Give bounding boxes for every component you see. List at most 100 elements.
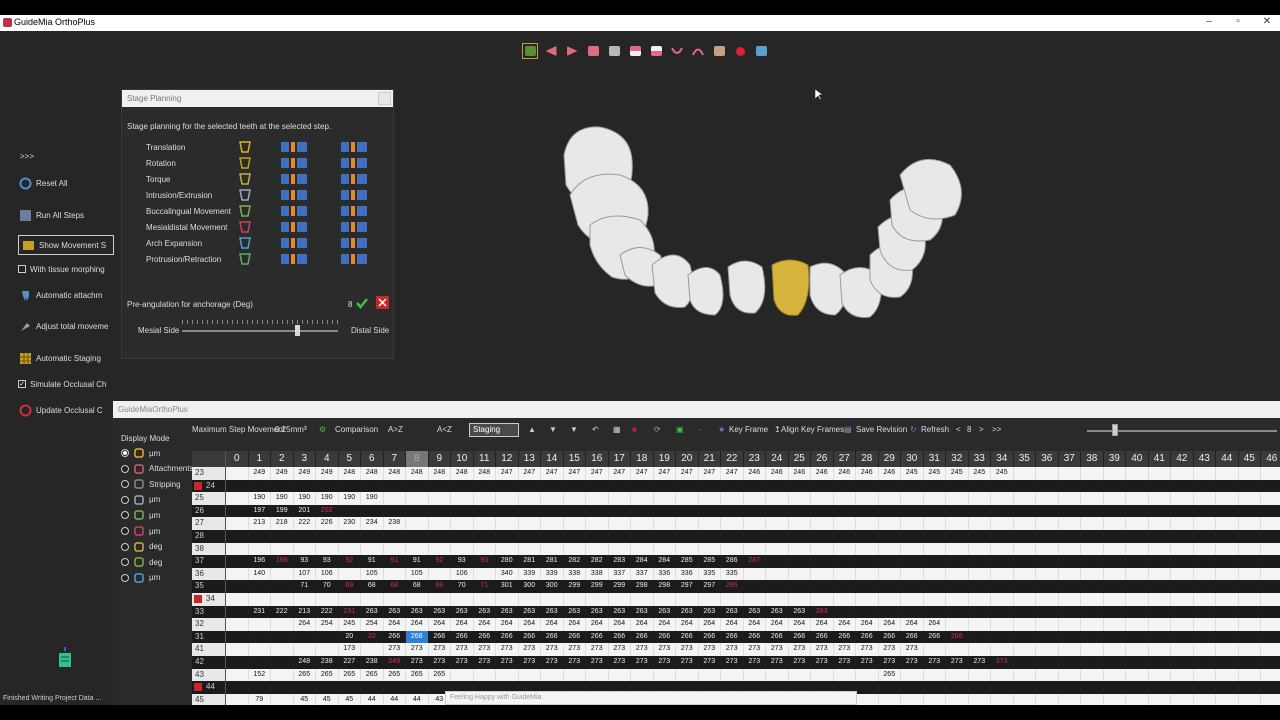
grid-cell[interactable]: 263 xyxy=(429,605,451,619)
grid-cell[interactable] xyxy=(586,542,609,556)
grid-cell[interactable] xyxy=(789,592,811,606)
grid-cell[interactable] xyxy=(1104,655,1126,669)
grid-cell[interactable] xyxy=(1104,479,1126,493)
grid-cell[interactable]: 247 xyxy=(654,467,676,480)
grid-cell[interactable]: 264 xyxy=(676,618,699,631)
grid-cell[interactable] xyxy=(1194,555,1216,568)
grid-cell[interactable] xyxy=(226,681,249,694)
save-revision-button[interactable]: Save Revision xyxy=(856,425,907,434)
grid-cell[interactable]: 273 xyxy=(586,655,609,669)
grid-cell[interactable] xyxy=(1216,681,1239,694)
grid-cell[interactable] xyxy=(789,668,811,682)
grid-cell[interactable] xyxy=(924,668,946,682)
grid-cell[interactable] xyxy=(879,693,901,705)
step-column-header[interactable]: 23 xyxy=(744,451,766,467)
grid-cell[interactable] xyxy=(316,529,339,543)
grid-cell[interactable]: 273 xyxy=(519,655,541,669)
grid-cell[interactable]: 264 xyxy=(609,618,631,631)
grid-cell[interactable] xyxy=(519,529,541,543)
grid-cell[interactable]: 273 xyxy=(676,655,699,669)
grid-cell[interactable]: 273 xyxy=(811,655,834,669)
grid-cell[interactable]: 247 xyxy=(541,467,564,480)
grid-cell[interactable] xyxy=(1081,580,1104,593)
grid-cell[interactable]: 105 xyxy=(406,567,429,581)
dental-arch-3d-view[interactable] xyxy=(540,115,990,335)
grid-cell[interactable] xyxy=(879,555,901,568)
step-column-header[interactable]: 32 xyxy=(946,451,969,467)
grid-cell[interactable]: 266 xyxy=(789,630,811,644)
grid-cell[interactable] xyxy=(1081,605,1104,619)
grid-cell[interactable]: 282 xyxy=(564,555,586,568)
grid-cell[interactable] xyxy=(1171,567,1194,581)
step-column-header[interactable]: 22 xyxy=(721,451,744,467)
grid-cell[interactable] xyxy=(1261,580,1280,593)
close-button[interactable]: ✕ xyxy=(1257,16,1277,27)
grid-cell[interactable] xyxy=(316,681,339,694)
grid-cell[interactable] xyxy=(1126,467,1149,480)
grid-cell[interactable] xyxy=(1239,529,1261,543)
grid-cell[interactable] xyxy=(1104,467,1126,480)
grid-cell[interactable] xyxy=(429,492,451,505)
grid-cell[interactable] xyxy=(744,479,766,493)
tooth-number[interactable]: 42 xyxy=(192,655,226,669)
grid-cell[interactable] xyxy=(541,504,564,518)
grid-cell[interactable] xyxy=(766,555,789,568)
grid-cell[interactable] xyxy=(1014,529,1036,543)
grid-cell[interactable]: 248 xyxy=(361,467,384,480)
grid-cell[interactable]: 93 xyxy=(451,555,474,568)
grid-cell[interactable] xyxy=(1149,504,1171,518)
grid-cell[interactable] xyxy=(1171,643,1194,656)
movement-end-selector[interactable] xyxy=(341,222,367,232)
grid-cell[interactable]: 266 xyxy=(721,630,744,644)
grid-cell[interactable] xyxy=(1261,505,1280,518)
key-frame-button[interactable]: Key Frame xyxy=(729,425,768,434)
grid-cell[interactable] xyxy=(811,592,834,606)
grid-cell[interactable]: 273 xyxy=(879,655,901,669)
grid-cell[interactable] xyxy=(879,517,901,530)
move-bottom-icon[interactable]: ▼ xyxy=(570,425,578,434)
grid-cell[interactable] xyxy=(811,580,834,593)
automatic-attachment-button[interactable]: Automatic attachm xyxy=(18,285,114,305)
grid-cell[interactable]: 273 xyxy=(519,643,541,656)
grid-cell[interactable]: 266 xyxy=(496,630,519,644)
grid-cell[interactable]: 238 xyxy=(384,517,406,530)
grid-cell[interactable]: 93 xyxy=(294,555,316,568)
grid-cell[interactable] xyxy=(271,630,294,644)
grid-cell[interactable] xyxy=(1036,655,1059,669)
move-up-icon[interactable]: ▲ xyxy=(528,425,536,434)
grid-cell[interactable] xyxy=(1149,467,1171,480)
grid-cell[interactable] xyxy=(856,555,879,568)
grid-cell[interactable] xyxy=(1261,543,1280,556)
grid-cell[interactable] xyxy=(429,479,451,493)
grid-cell[interactable] xyxy=(991,681,1014,694)
grid-cell[interactable] xyxy=(991,479,1014,493)
grid-cell[interactable] xyxy=(541,517,564,530)
grid-cell[interactable] xyxy=(1216,479,1239,493)
grid-cell[interactable] xyxy=(901,605,924,619)
movement-start-selector[interactable] xyxy=(281,238,307,248)
grid-cell[interactable] xyxy=(946,492,969,505)
grid-cell[interactable]: 263 xyxy=(384,605,406,619)
grid-cell[interactable] xyxy=(946,529,969,543)
grid-cell[interactable] xyxy=(226,618,249,631)
grid-cell[interactable]: 249 xyxy=(249,467,271,480)
grid-cell[interactable] xyxy=(969,517,991,530)
grid-cell[interactable] xyxy=(406,479,429,493)
grid-cell[interactable]: 44 xyxy=(384,693,406,705)
display-mode-radio[interactable] xyxy=(121,449,129,457)
grid-cell[interactable] xyxy=(856,529,879,543)
grid-cell[interactable]: 273 xyxy=(654,643,676,656)
grid-cell[interactable]: 264 xyxy=(406,618,429,631)
grid-cell[interactable] xyxy=(271,693,294,705)
grid-cell[interactable] xyxy=(1014,668,1036,682)
grid-cell[interactable] xyxy=(339,681,361,694)
lower-arch-icon[interactable] xyxy=(669,43,685,59)
grid-cell[interactable] xyxy=(946,580,969,593)
grid-cell[interactable] xyxy=(1081,618,1104,631)
grid-cell[interactable] xyxy=(991,542,1014,556)
grid-cell[interactable] xyxy=(271,668,294,682)
grid-cell[interactable] xyxy=(789,580,811,593)
grid-cell[interactable]: 190 xyxy=(294,492,316,505)
grid-cell[interactable] xyxy=(541,668,564,682)
grid-cell[interactable] xyxy=(834,492,856,505)
